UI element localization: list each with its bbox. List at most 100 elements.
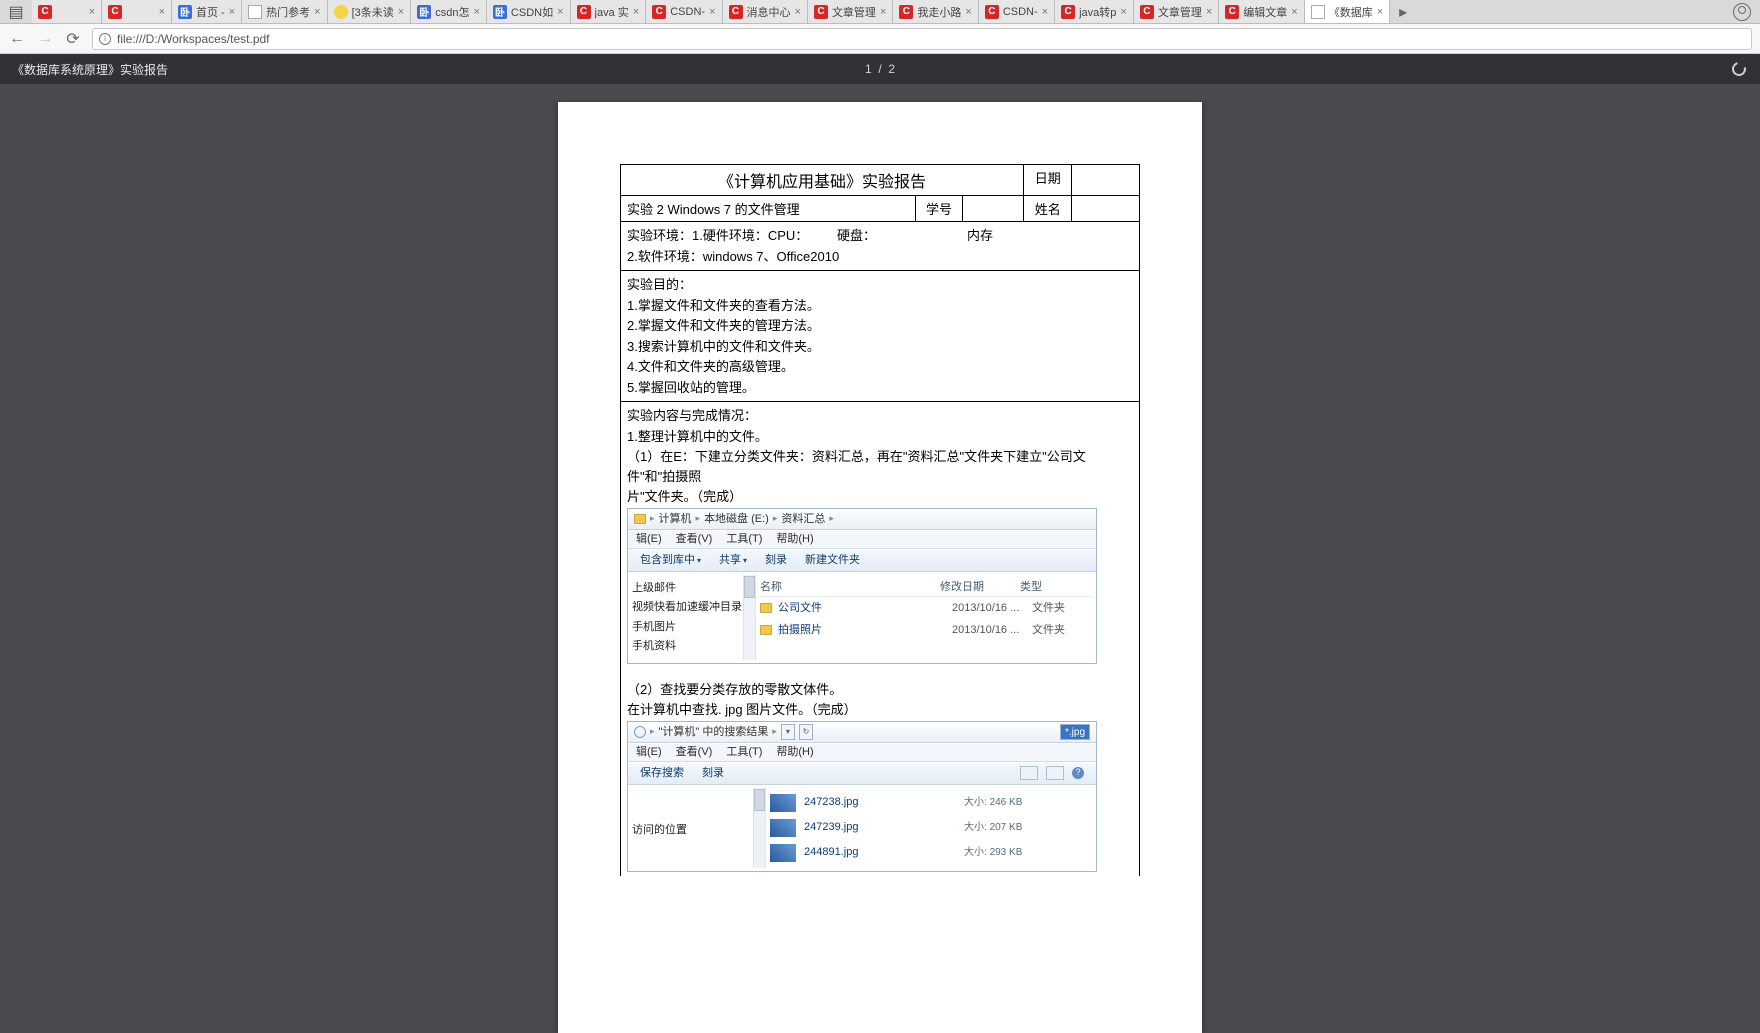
csdn-favicon-icon: C [38,5,52,19]
profile-avatar-button[interactable] [1724,0,1760,23]
student-no-label: 学号 [916,196,962,222]
refresh-icon: ↻ [799,724,813,740]
tab-label: 文章管理 [832,4,876,20]
tab-label: 我走小路 [917,4,961,20]
browser-tab[interactable]: [3条未读 × [328,0,412,23]
tab-label: [3条未读 [352,4,394,20]
tab-label: CSDN- [670,6,705,18]
tab-label: csdn怎 [435,4,469,20]
explorer-nav-pane: 访问的位置 [628,787,766,869]
search-input: *.jpg [1060,724,1090,740]
csdn-favicon-icon: C [1140,5,1154,19]
close-tab-button[interactable]: × [633,6,639,18]
browser-tab[interactable]: 卧首页 -× [172,0,242,23]
tab-label: java 实 [595,4,629,20]
list-item: 247239.jpg大小: 207 KB [770,816,1092,840]
browser-tab[interactable]: CCSDN-× [646,0,722,23]
browser-tab[interactable]: 卧csdn怎× [411,0,487,23]
browser-tab[interactable]: C× [102,0,172,23]
forward-button[interactable]: → [36,30,54,48]
scrollbar [743,575,755,660]
browser-tab-strip: ▤ C×C×卧首页 -×热门参考×[3条未读×卧csdn怎×卧CSDN如×Cja… [0,0,1760,24]
csdn-favicon-icon: C [899,5,913,19]
page-favicon-icon [1311,5,1325,19]
explorer-screenshot-1: ▸ 计算机▸ 本地磁盘 (E:)▸ 资料汇总▸ 辑(E) 查看(V) 工具(T)… [627,508,1097,664]
image-thumb-icon [770,844,796,862]
browser-tab[interactable]: 《数据库 × [1305,0,1390,23]
browser-tab[interactable]: 热门参考 × [242,0,327,23]
rotate-icon [1729,59,1748,78]
tab-label: 热门参考 [266,4,310,20]
csdn-favicon-icon: C [577,5,591,19]
experiment-name: 实验 2 Windows 7 的文件管理 [621,196,916,222]
explorer-breadcrumb: ▸ 计算机▸ 本地磁盘 (E:)▸ 资料汇总▸ [628,510,1096,530]
browser-tab[interactable]: 卧CSDN如× [487,0,571,23]
browser-tab[interactable]: C 文章管理 × [808,0,893,23]
close-tab-button[interactable]: × [229,6,235,18]
browser-tab[interactable]: C 文章管理 × [1134,0,1219,23]
close-tab-button[interactable]: × [709,6,715,18]
browser-toolbar: ← → ⟳ i file:///D:/Workspaces/test.pdf [0,24,1760,54]
address-bar[interactable]: i file:///D:/Workspaces/test.pdf [92,28,1752,50]
csdn-favicon-icon: C [1061,5,1075,19]
close-tab-button[interactable]: × [473,6,479,18]
address-url: file:///D:/Workspaces/test.pdf [117,32,270,46]
explorer-menu: 辑(E) 查看(V) 工具(T) 帮助(H) [628,744,1096,762]
close-tab-button[interactable]: × [880,6,886,18]
csdn-favicon-icon: C [814,5,828,19]
help-icon: ? [1072,767,1084,779]
list-item: 拍摄照片2013/10/16 ...文件夹 [760,620,1092,641]
explorer-nav-pane: 上级邮件 视频快看加速缓冲目录 手机图片 手机资料 [628,574,756,661]
close-tab-button[interactable]: × [1042,6,1048,18]
close-tab-button[interactable]: × [557,6,563,18]
close-tab-button[interactable]: × [1120,6,1126,18]
search-results: 247238.jpg大小: 246 KB 247239.jpg大小: 207 K… [766,787,1096,869]
close-tab-button[interactable]: × [314,6,320,18]
csdn-favicon-icon: C [108,5,122,19]
tab-label: 《数据库 [1329,4,1373,20]
close-tab-button[interactable]: × [1291,6,1297,18]
browser-tab[interactable]: C× [32,0,102,23]
new-tab-button[interactable]: ▸ [1390,0,1416,23]
browser-tab[interactable]: C CSDN- × [979,0,1055,23]
csdn-favicon-icon: C [985,5,999,19]
folder-icon [634,514,646,524]
pdf-title: 《数据库系统原理》实验报告 [12,61,168,78]
browser-tab[interactable]: C 编辑文章 × [1219,0,1304,23]
goal-cell: 实验目的： 1.掌握文件和文件夹的查看方法。 2.掌握文件和文件夹的管理方法。 … [621,271,1140,402]
pdf-page: 《计算机应用基础》实验报告 日期 实验 2 Windows 7 的文件管理 学号… [558,102,1202,1033]
folder-icon [760,603,772,613]
close-tab-button[interactable]: × [1377,6,1383,18]
back-button[interactable]: ← [8,30,26,48]
close-tab-button[interactable]: × [965,6,971,18]
browser-tab[interactable]: Cjava 实 × [571,0,647,23]
pdf-viewport[interactable]: 《计算机应用基础》实验报告 日期 实验 2 Windows 7 的文件管理 学号… [0,84,1760,1033]
close-tab-button[interactable]: × [398,6,404,18]
pdf-page-indicator: 1 / 2 [865,62,895,76]
tab-label: 编辑文章 [1243,4,1287,20]
close-tab-button[interactable]: × [795,6,801,18]
explorer-actions: 包含到库中 共享 刻录 新建文件夹 [628,550,1096,572]
csdn-favicon-icon: C [1225,5,1239,19]
tab-label: 文章管理 [1158,4,1202,20]
search-icon [634,726,646,738]
close-tab-button[interactable]: × [159,6,165,18]
scrollbar [753,788,765,868]
close-tab-button[interactable]: × [89,6,95,18]
baidu-favicon-icon: 卧 [493,5,507,19]
close-tab-button[interactable]: × [1206,6,1212,18]
explorer-file-list: 名称 修改日期 类型 公司文件2013/10/16 ...文件夹 拍摄照片201… [756,574,1096,661]
list-item: 244891.jpg大小: 293 KB [770,841,1092,865]
browser-tab[interactable]: C 消息中心 × [723,0,808,23]
content-cell: 实验内容与完成情况： 1.整理计算机中的文件。 （1）在E：下建立分类文件夹：资… [621,402,1140,876]
site-info-icon[interactable]: i [99,33,111,45]
image-thumb-icon [770,819,796,837]
rotate-button[interactable] [1730,60,1748,78]
reload-button[interactable]: ⟳ [64,30,82,48]
tab-label: 消息中心 [747,4,791,20]
browser-tab[interactable]: Cjava转p× [1055,0,1134,23]
name-label: 姓名 [1023,196,1072,222]
browser-tab[interactable]: C 我走小路 × [893,0,978,23]
csdn-favicon-icon: C [729,5,743,19]
tab-label: CSDN- [1003,6,1038,18]
